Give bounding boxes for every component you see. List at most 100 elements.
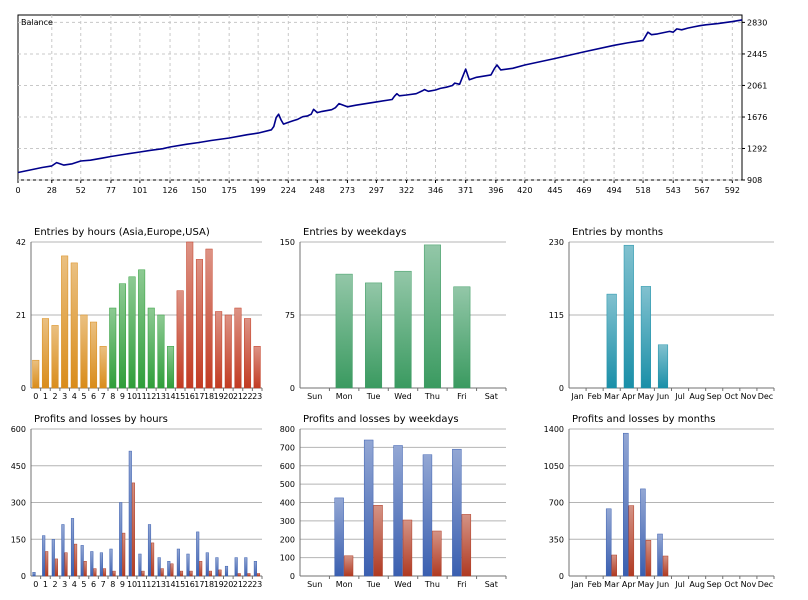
entries-months-xtick-label: Feb [588, 392, 602, 401]
pl-weekdays-bar-s1-3 [402, 519, 413, 577]
pl-hours-xtick-label: 6 [91, 580, 96, 589]
pl-months-xtick-label: Sep [707, 580, 722, 589]
pl-hours-xtick-label: 9 [120, 580, 125, 589]
balance-xtick-label: 371 [458, 186, 473, 195]
pl-months-xtick-label: Jan [570, 580, 583, 589]
entries-hours-bar-19 [215, 311, 223, 389]
entries-months-xtick-label: Jan [570, 392, 583, 401]
pl-hours-bar-s1-11 [141, 570, 145, 577]
pl-weekdays-xtick-label: Tue [366, 580, 381, 589]
balance-ytick-label: 1292 [747, 145, 767, 154]
entries-hours-xtick-label: 23 [252, 392, 262, 401]
entries-hours-bar-0 [32, 359, 40, 389]
entries-months-xtick-label: Nov [741, 392, 757, 401]
pl-weekdays-ytick-label: 0 [290, 572, 295, 581]
pl-months-xtick-label: May [638, 580, 655, 589]
pl-hours-ytick-label: 600 [11, 425, 26, 434]
pl-hours-bar-s1-22 [247, 573, 251, 577]
pl-hours-xtick-label: 4 [72, 580, 77, 589]
entries-months-bar-4 [640, 286, 651, 389]
pl-weekdays-bar-s0-2 [363, 439, 374, 577]
pl-hours-bar-s1-5 [83, 561, 87, 577]
entries-hours-bar-9 [118, 283, 126, 389]
entries-hours-xtick-label: 7 [101, 392, 106, 401]
pl-hours-bar-s0-13 [157, 557, 161, 577]
pl-hours-bar-s1-16 [189, 570, 193, 577]
entries-months-bar-2 [606, 293, 617, 389]
pl-months-ytick-label: 350 [549, 535, 564, 544]
entries-weekdays-xtick-label: Wed [394, 392, 411, 401]
balance-xtick-label: 0 [15, 186, 20, 195]
pl-weekdays-bar-s0-3 [393, 445, 403, 577]
charts-canvas: 0 28 52 77 101 126 150 175 199 224 248 273 297 322 346… [11, 14, 775, 589]
entries-hours-ytick-label: 21 [16, 311, 26, 320]
entries-hours-bar-11 [138, 269, 146, 389]
pl-months-bar-s1-2 [611, 554, 617, 577]
pl-hours-bar-s0-16 [186, 553, 190, 577]
pl-weekdays-ytick-label: 600 [280, 462, 295, 471]
entries-hours-ytick-label: 0 [21, 384, 26, 393]
pl-hours-bar-s0-1 [42, 535, 46, 577]
entries-months-xtick-label: Mar [604, 392, 620, 401]
pl-weekdays-bar-s1-2 [373, 505, 383, 577]
pl-months-xtick-label: Apr [622, 580, 637, 589]
pl-hours-xtick-label: 3 [62, 580, 67, 589]
balance-xtick-label: 420 [517, 186, 532, 195]
entries-hours-bar-15 [176, 290, 184, 389]
pl-weekdays-xtick-label: Fri [457, 580, 467, 589]
pl-hours-bar-s1-21 [237, 573, 241, 577]
balance-xtick-label: 518 [635, 186, 650, 195]
entries-hours-bar-16 [186, 241, 194, 389]
pl-hours-bar-s0-5 [80, 545, 84, 577]
pl-hours-ytick-label: 150 [11, 535, 26, 544]
pl-hours-bar-s1-7 [102, 568, 107, 577]
pl-hours-title: Profits and losses by hours [34, 414, 168, 425]
pl-hours-bar-s0-10 [128, 450, 132, 577]
pl-hours-xtick-label: 8 [110, 580, 115, 589]
entries-weekdays-xtick-label: Mon [336, 392, 353, 401]
entries-weekdays-ytick-label: 0 [290, 384, 295, 393]
pl-hours-bar-s0-6 [90, 551, 94, 577]
pl-months-xtick-label: Oct [724, 580, 738, 589]
balance-ytick-label: 2061 [747, 81, 767, 90]
pl-hours-xtick-label: 0 [33, 580, 38, 589]
pl-hours-bar-s0-18 [205, 552, 209, 577]
entries-weekdays-bar-2 [365, 282, 383, 389]
pl-hours-xtick-label: 1 [43, 580, 48, 589]
balance-plot-frame [17, 14, 743, 181]
pl-hours-bar-s1-23 [256, 573, 261, 577]
entries-weekdays-bar-5 [453, 286, 471, 389]
pl-hours-bar-s1-3 [64, 552, 68, 577]
pl-hours-ytick-label: 450 [11, 462, 26, 471]
pl-months-bar-s1-5 [662, 555, 669, 577]
balance-xtick-label: 224 [281, 186, 296, 195]
balance-xtick-label: 28 [47, 186, 57, 195]
entries-hours-bar-12 [147, 307, 155, 389]
entries-months-ytick-label: 230 [549, 238, 564, 247]
pl-hours-bar-s1-2 [54, 558, 58, 577]
entries-hours-xtick-label: 2 [53, 392, 58, 401]
pl-months-ytick-label: 1050 [544, 462, 564, 471]
entries-hours-xtick-label: 4 [72, 392, 77, 401]
pl-months-bar-s0-2 [605, 508, 612, 577]
pl-weekdays-bar-s0-1 [334, 497, 344, 577]
pl-hours-bar-s1-10 [131, 482, 135, 577]
pl-weekdays-bar-s1-4 [432, 530, 442, 577]
pl-months-xtick-label: Feb [588, 580, 602, 589]
pl-hours-bar-s0-4 [70, 518, 75, 577]
balance-xtick-label: 445 [547, 186, 562, 195]
balance-xtick-label: 543 [666, 186, 681, 195]
pl-hours-xtick-label: 7 [101, 580, 106, 589]
entries-hours-bar-3 [61, 255, 69, 389]
entries-hours-bar-20 [224, 314, 232, 389]
entries-months-xtick-label: Dec [758, 392, 773, 401]
pl-weekdays-ytick-label: 100 [280, 554, 295, 563]
pl-weekdays-ytick-label: 400 [280, 499, 295, 508]
entries-hours-bar-8 [109, 307, 117, 389]
balance-xtick-label: 199 [250, 186, 265, 195]
balance-xtick-label: 494 [606, 186, 621, 195]
entries-hours-xtick-label: 8 [110, 392, 115, 401]
pl-weekdays-bar-s0-5 [452, 448, 462, 577]
pl-months-bar-s0-3 [623, 432, 629, 577]
entries-hours-bar-1 [41, 318, 49, 389]
